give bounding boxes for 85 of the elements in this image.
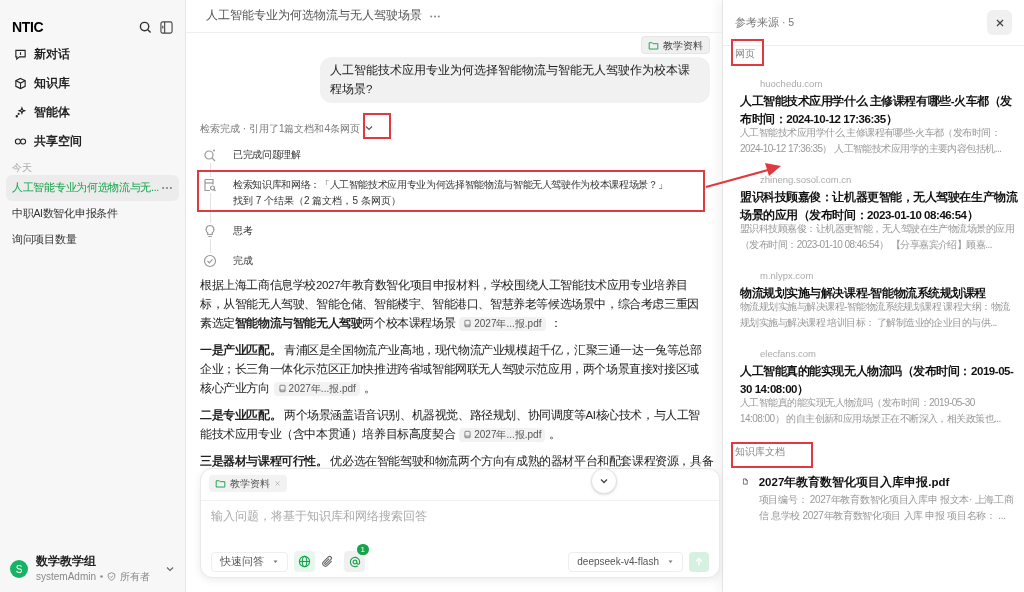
lightbulb-icon [203,224,217,238]
document-icon [277,384,287,394]
answer-paragraph: 根据上海工商信息学校2027年教育数智化项目申报材料，学校围绕人工智能技术应用专业培养目标，从智能无人驾驶、智能仓储、智能楼宇、智能港口、智慧养老等候选场景中，综合考虑三重因素选定智能物流与智能无人驾驶两个校本课程场景 2027年...报.pdf ： [200,277,700,333]
nav-item[interactable]: 新对话 [8,40,177,69]
cube-icon [14,77,27,90]
nav-item[interactable]: 共享空间 [8,127,177,156]
mode-select[interactable]: 快速问答 [211,551,288,572]
model-select[interactable]: deepseek-v4-flash [568,551,683,572]
citation-chip[interactable]: 2027年...报.pdf [459,427,546,442]
account-name: systemAdmin [36,570,96,584]
more-icon[interactable] [430,14,440,18]
panel-title: 参考来源 · 5 [735,14,795,30]
source-title[interactable]: 人工智能真的能实现无人物流吗（发布时间：2019-05-30 14:08:00） [740,362,1018,398]
arrow-up-icon [694,556,704,567]
caret-icon [667,558,674,565]
answer-paragraph: 三是器材与课程可行性。 优必选在智能驾驶和物流两个方向有成熟的器材平台和配套课程资源，具备 [200,454,714,469]
logo: NTIC [12,18,44,37]
document-icon [463,319,473,329]
close-icon [994,17,1005,28]
source-domain: m.nlypx.com [760,270,814,282]
folder-icon [648,39,659,51]
search-icon[interactable] [139,20,152,34]
section-heading: 网页 [735,47,755,61]
annotation-box [363,113,391,139]
answer-paragraph: 二是专业匹配。 两个场景涵盖语音识别、机器视觉、路径规划、协同调度等AI核心技术，与人工智能技术应用专业（含中本贯通）培养目标高度契合 2027年...报.pdf 。 [200,408,702,444]
history-item[interactable]: 中职AI数智化申报条件 [6,201,179,227]
sidebar-toggle-icon[interactable] [160,20,173,34]
shield-check-icon [107,572,116,581]
chat-title: 人工智能专业为何选物流与无人驾驶场景 [206,8,422,24]
nav-item[interactable]: 知识库 [8,69,177,98]
source-title[interactable]: 人工智能技术应用学什么 主修课程有哪些-火车都（发布时间：2024-10-12 17:36:35） [740,92,1018,128]
chevron-down-icon[interactable] [165,564,175,574]
section-heading: 知识库文档 [735,445,785,459]
source-domain: elecfans.com [760,348,816,360]
user-name: 数学教学组 [36,554,96,569]
user-role: 所有者 [120,570,150,584]
at-sign-icon [348,555,361,568]
source-title[interactable]: 物流规划实施与解决课程-智能物流系统规划课程 [740,284,986,302]
source-title[interactable]: 盟识科技顾嘉俊：让机器更智能，无人驾驶在生产物流场景的应用（发布时间：2023-01-10 08:46:54） [740,188,1018,224]
close-button[interactable] [987,10,1012,35]
source-domain: zhineng.sosol.com.cn [760,174,852,186]
close-icon[interactable] [274,480,281,487]
mention-button[interactable] [344,551,365,572]
caret-icon [272,558,279,565]
file-icon [742,475,749,488]
source-snippet: 人工智能技术应用学什么 主修课程有哪些-火车都（发布时间：2024-10-12 17:36:35） 人工智能技术应用学的主要内容包括机... [740,126,1003,156]
document-icon [463,430,473,440]
count-badge: 1 [356,544,369,555]
check-circle-icon [203,254,217,268]
avatar: S [10,560,28,578]
annotation-box [731,39,764,66]
step-label: 思考 [233,224,253,238]
search-status: 检索完成 · 引用了1篇文档和4条网页 [200,121,360,136]
knowledge-tag: 教学资料 [209,475,287,492]
question-input[interactable]: 输入问题，将基于知识库和网络搜索回答 [211,508,709,526]
folder-icon [215,478,226,489]
citation-chip[interactable]: 2027年...报.pdf [273,381,360,396]
history-group-label: 今天 [11,161,33,175]
search-sparkle-icon [203,148,217,162]
step-detail: 找到 7 个结果（2 篇文档，5 条网页） [233,194,401,208]
user-message: 人工智能技术应用专业为何选择智能物流与智能无人驾驶作为校本课程场景? [320,57,710,103]
web-search-toggle[interactable] [294,551,315,572]
step-label: 已完成问题理解 [233,148,301,162]
chevron-down-icon [599,476,609,486]
step-label: 完成 [233,254,253,268]
separator-dot-icon [100,575,103,578]
answer-paragraph: 一是产业匹配。 青浦区是全国物流产业高地，现代物流产业规模超千亿，汇聚三通一达一兔等总部企业；长三角一体化示范区正加快推进跨省域智能网联无人驾驶示范应用，两个场景直接对接区域核心产业方向 2027年...报.pdf 。 [200,342,703,398]
document-title[interactable]: 2027年教育数智化项目入库申报.pdf [758,475,950,490]
infinity-icon [14,135,27,148]
paperclip-icon[interactable] [321,555,334,568]
document-search-icon [203,178,217,192]
sparkle-icon [14,106,27,119]
source-snippet: 物流规划实施与解决课程-智能物流系统规划课程 课程大纲：物流规划实施与解决课程 培训目标： 了解制造业的企业目的与供... [740,300,1011,330]
source-snippet: 盟识科技顾嘉俊：让机器更智能，无人驾驶在生产物流场景的应用（发布时间：2023-01-10 08:46:54） 【分享嘉宾介绍】顾嘉... [740,222,1016,252]
document-snippet: 项目编号： 2027年教育数智化项目入库申 报文本· 上海工商信 息学校 2027年教育数智化项目 入库 申报 项目名称： ... [758,493,1015,523]
knowledge-tag: 教学资料 [641,36,710,54]
chevron-down-icon[interactable] [364,123,374,133]
chat-bubble-icon [14,48,27,61]
history-item[interactable]: 询问项目数量 [6,227,179,253]
citation-chip[interactable]: 2027年...报.pdf [459,316,546,331]
nav-item[interactable]: 智能体 [8,98,177,127]
source-snippet: 人工智能真的能实现无人物流吗（发布时间：2019-05-30 14:08:00） 的自主创新和应用场景正在不断深入，相关政策也... [740,396,1002,426]
globe-icon [298,555,311,568]
step-label: 检索知识库和网络：「人工智能技术应用专业为何选择智能物流与智能无人驾驶作为校本课程场景？」 [233,178,668,192]
source-domain: huochedu.com [760,78,823,90]
